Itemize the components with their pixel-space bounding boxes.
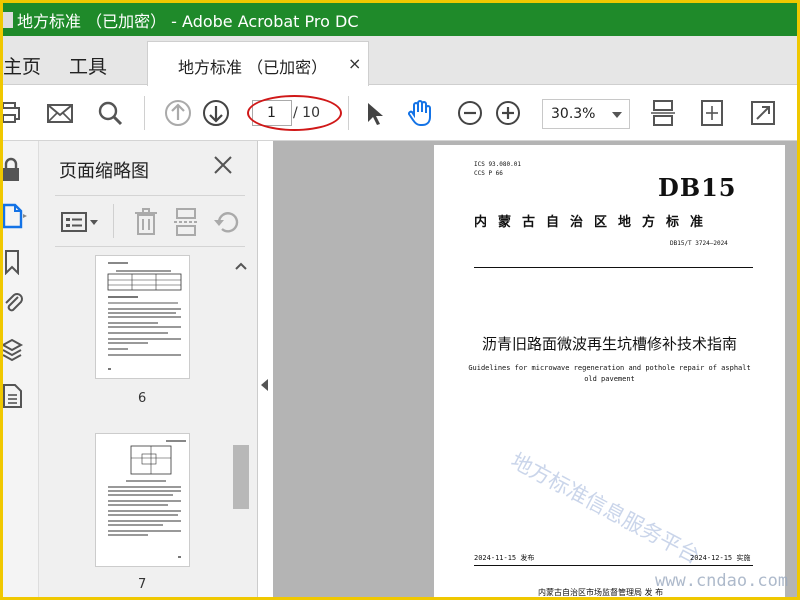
panel-separator [113,204,114,238]
toolbar: 1 / 10 30.3% [3,86,797,141]
effective-date: 2024-12-15 实施 [690,554,751,562]
collapse-panel-icon[interactable] [261,379,268,391]
document-title-en: Guidelines for microwave regeneration an… [434,363,785,385]
title-en-line2: old pavement [584,375,635,383]
document-icon [3,11,13,28]
fit-page-icon[interactable] [697,98,727,128]
fit-width-icon[interactable] [648,98,678,128]
ccs-code: CCS P 66 [474,170,503,177]
page-thumbnails-icon[interactable] [3,203,27,229]
thumbnail-page-7[interactable] [95,433,190,567]
acrobat-window: 地方标准 （已加密） - Adobe Acrobat Pro DC 主页 工具 … [3,3,797,597]
print-icon[interactable] [3,98,25,128]
panel-title: 页面缩略图 [59,161,149,182]
thumbnail-page-7-preview [108,440,186,558]
close-icon[interactable] [213,155,233,175]
issuing-standard-type: 内蒙古自治区地方标准 [474,215,715,230]
document-title-cn: 沥青旧路面微波再生坑槽修补技术指南 [481,335,737,353]
thumbnail-scrollbar[interactable] [231,255,251,597]
select-arrow-icon[interactable] [359,98,389,128]
scroll-up-icon[interactable] [235,261,247,271]
extract-page-icon[interactable] [173,208,199,236]
left-tool-rail [3,141,39,597]
toolbar-separator [348,96,349,130]
fullscreen-icon[interactable] [748,98,778,128]
content-icon[interactable] [3,383,27,409]
publisher: 内蒙古自治区市场监督管理局 发 布 [538,588,664,597]
document-tab-label: 地方标准 （已加密） [178,58,328,77]
tab-close-button[interactable]: × [348,54,361,73]
document-view[interactable]: ICS 93.080.01 CCS P 66 DB15 内蒙古自治区地方标准 D… [273,141,797,597]
attachment-icon[interactable] [3,291,27,317]
thumbnail-page-6-preview [107,262,182,370]
delete-page-icon[interactable] [133,208,159,236]
title-en-line1: Guidelines for microwave regeneration an… [468,364,751,372]
thumbnail-page-number: 7 [138,577,147,592]
panel-toolbar [55,195,245,247]
rotate-page-icon[interactable] [213,208,241,236]
window-title: 地方标准 （已加密） - Adobe Acrobat Pro DC [17,11,359,31]
site-watermark: www.cndao.com [655,571,789,591]
hand-tool-icon[interactable] [405,98,435,128]
ics-code: ICS 93.080.01 [474,161,521,168]
layers-icon[interactable] [3,337,27,363]
search-icon[interactable] [95,98,125,128]
tab-bar: 主页 工具 地方标准 （已加密） × [3,36,797,86]
page-watermark: 地方标准信息服务平台 [506,448,704,569]
page-thumbnails-panel: 页面缩略图 6 7 [39,141,258,597]
divider [474,565,753,566]
highlight-annotation-oval [247,95,342,131]
lock-icon[interactable] [3,157,27,183]
scrollbar-thumb[interactable] [233,445,249,509]
standard-number: DB15/T 3724—2024 [670,240,728,247]
toolbar-separator [144,96,145,130]
zoom-out-icon[interactable] [455,98,485,128]
thumbnail-page-6[interactable] [95,255,190,379]
document-tab[interactable]: 地方标准 （已加密） × [147,41,369,86]
zoom-value: 30.3% [551,106,596,122]
nav-home[interactable]: 主页 [3,52,41,79]
title-bar: 地方标准 （已加密） - Adobe Acrobat Pro DC [3,3,797,36]
prev-page-icon[interactable] [163,98,193,128]
zoom-select[interactable]: 30.3% [542,99,630,129]
bookmark-icon[interactable] [3,249,27,275]
thumbnail-page-number: 6 [138,391,147,406]
divider [474,267,753,268]
next-page-icon[interactable] [201,98,231,128]
thumbnail-options-icon[interactable] [61,210,101,234]
zoom-in-icon[interactable] [493,98,523,128]
mail-icon[interactable] [45,98,75,128]
chevron-down-icon [612,112,622,118]
publish-date: 2024-11-15 发布 [474,554,535,562]
pdf-page: ICS 93.080.01 CCS P 66 DB15 内蒙古自治区地方标准 D… [434,145,785,597]
db-code: DB15 [658,173,737,202]
nav-tools[interactable]: 工具 [69,52,107,79]
